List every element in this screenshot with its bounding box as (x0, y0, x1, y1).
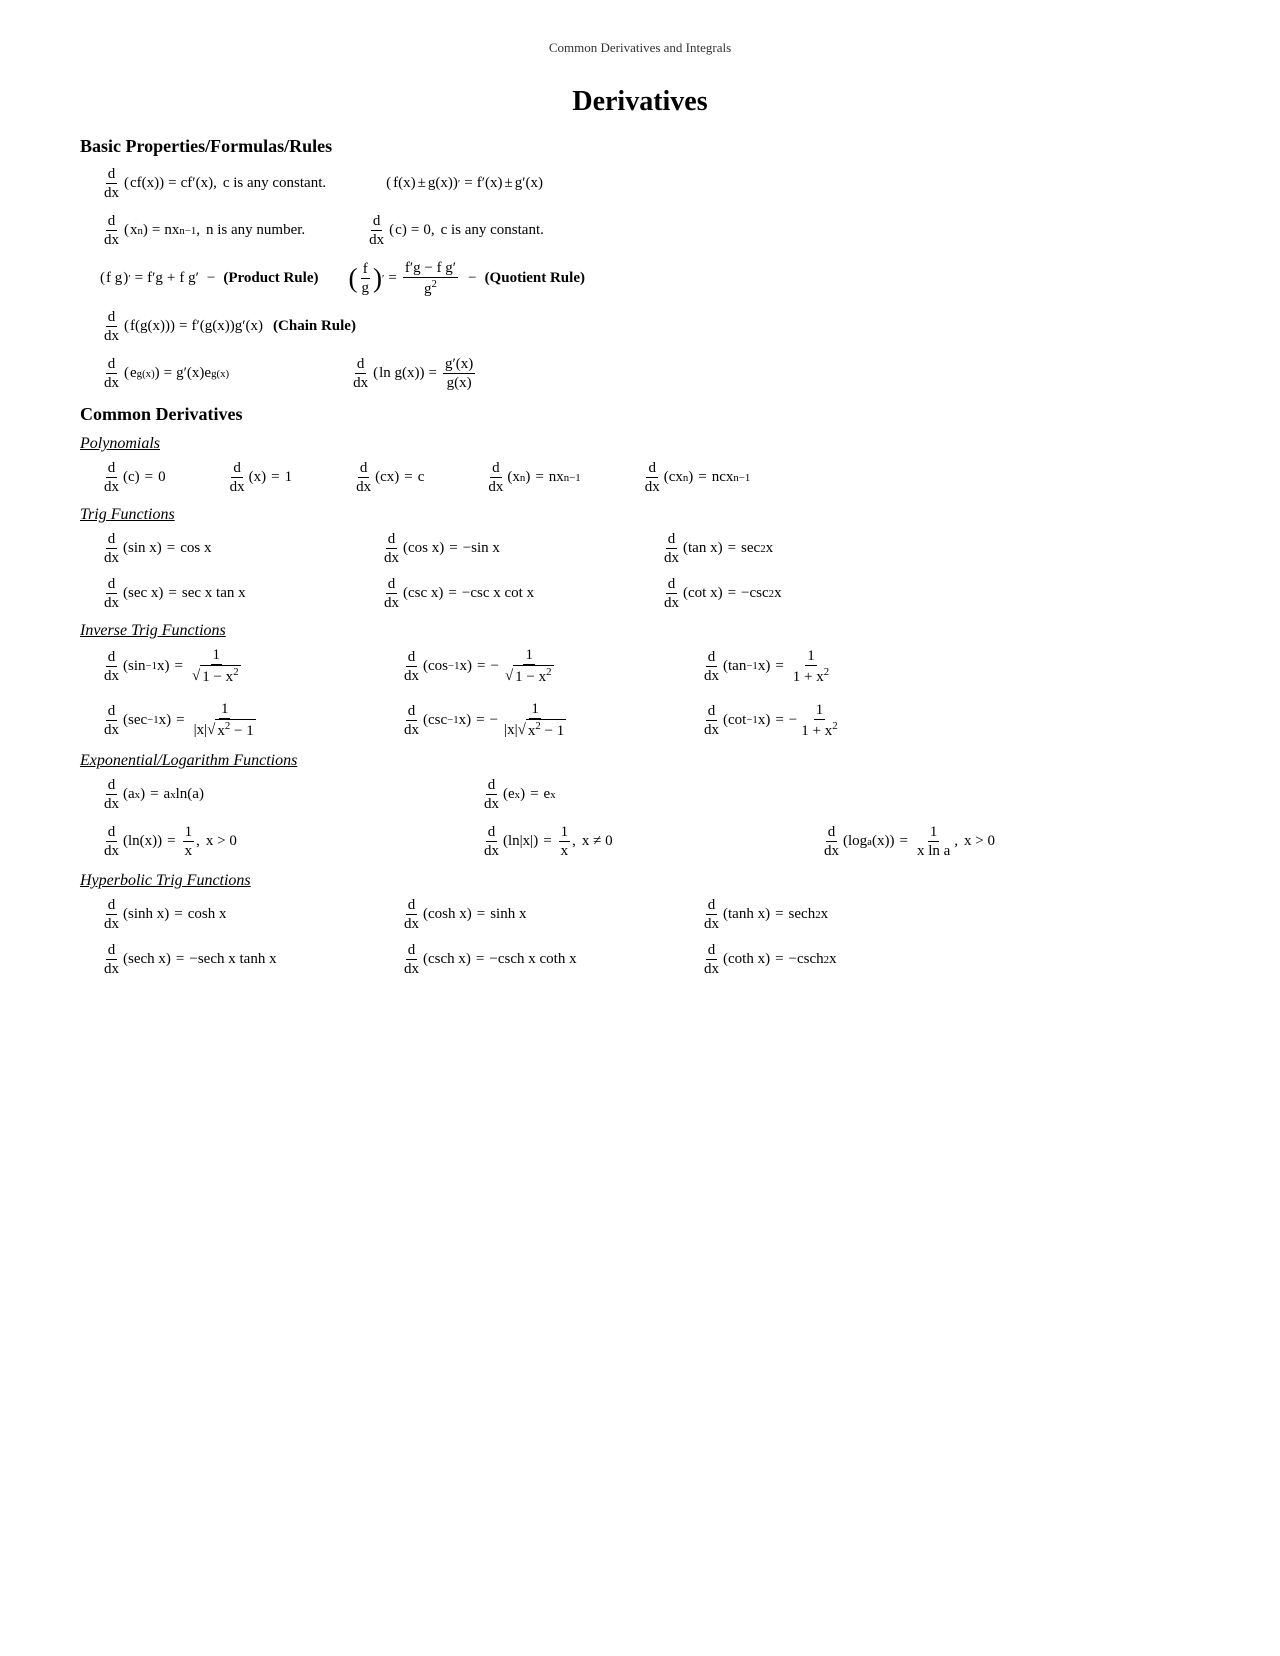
trig-subtitle: Trig Functions (80, 506, 1200, 524)
common-title: Common Derivatives (80, 404, 1200, 425)
main-title: Derivatives (80, 86, 1200, 118)
trig-subsection: Trig Functions ddx (sin x) =cos x ddx (c… (80, 506, 1200, 612)
inverse-trig-subsection: Inverse Trig Functions ddx (sin−1 x) = 1… (80, 622, 1200, 740)
inverse-trig-subtitle: Inverse Trig Functions (80, 622, 1200, 640)
page-header: Common Derivatives and Integrals (80, 40, 1200, 56)
basic-title: Basic Properties/Formulas/Rules (80, 136, 1200, 157)
exp-log-subsection: Exponential/Logarithm Functions ddx (ax)… (80, 752, 1200, 860)
exp-log-subtitle: Exponential/Logarithm Functions (80, 752, 1200, 770)
hyperbolic-subtitle: Hyperbolic Trig Functions (80, 872, 1200, 890)
polynomials-subsection: Polynomials ddx (c) =0 ddx (x) =1 ddx (c… (80, 435, 1200, 496)
basic-section: Basic Properties/Formulas/Rules ddx (cf(… (80, 136, 1200, 392)
common-section: Common Derivatives Polynomials ddx (c) =… (80, 404, 1200, 978)
hyperbolic-subsection: Hyperbolic Trig Functions ddx (sinh x) =… (80, 872, 1200, 978)
polynomials-subtitle: Polynomials (80, 435, 1200, 453)
